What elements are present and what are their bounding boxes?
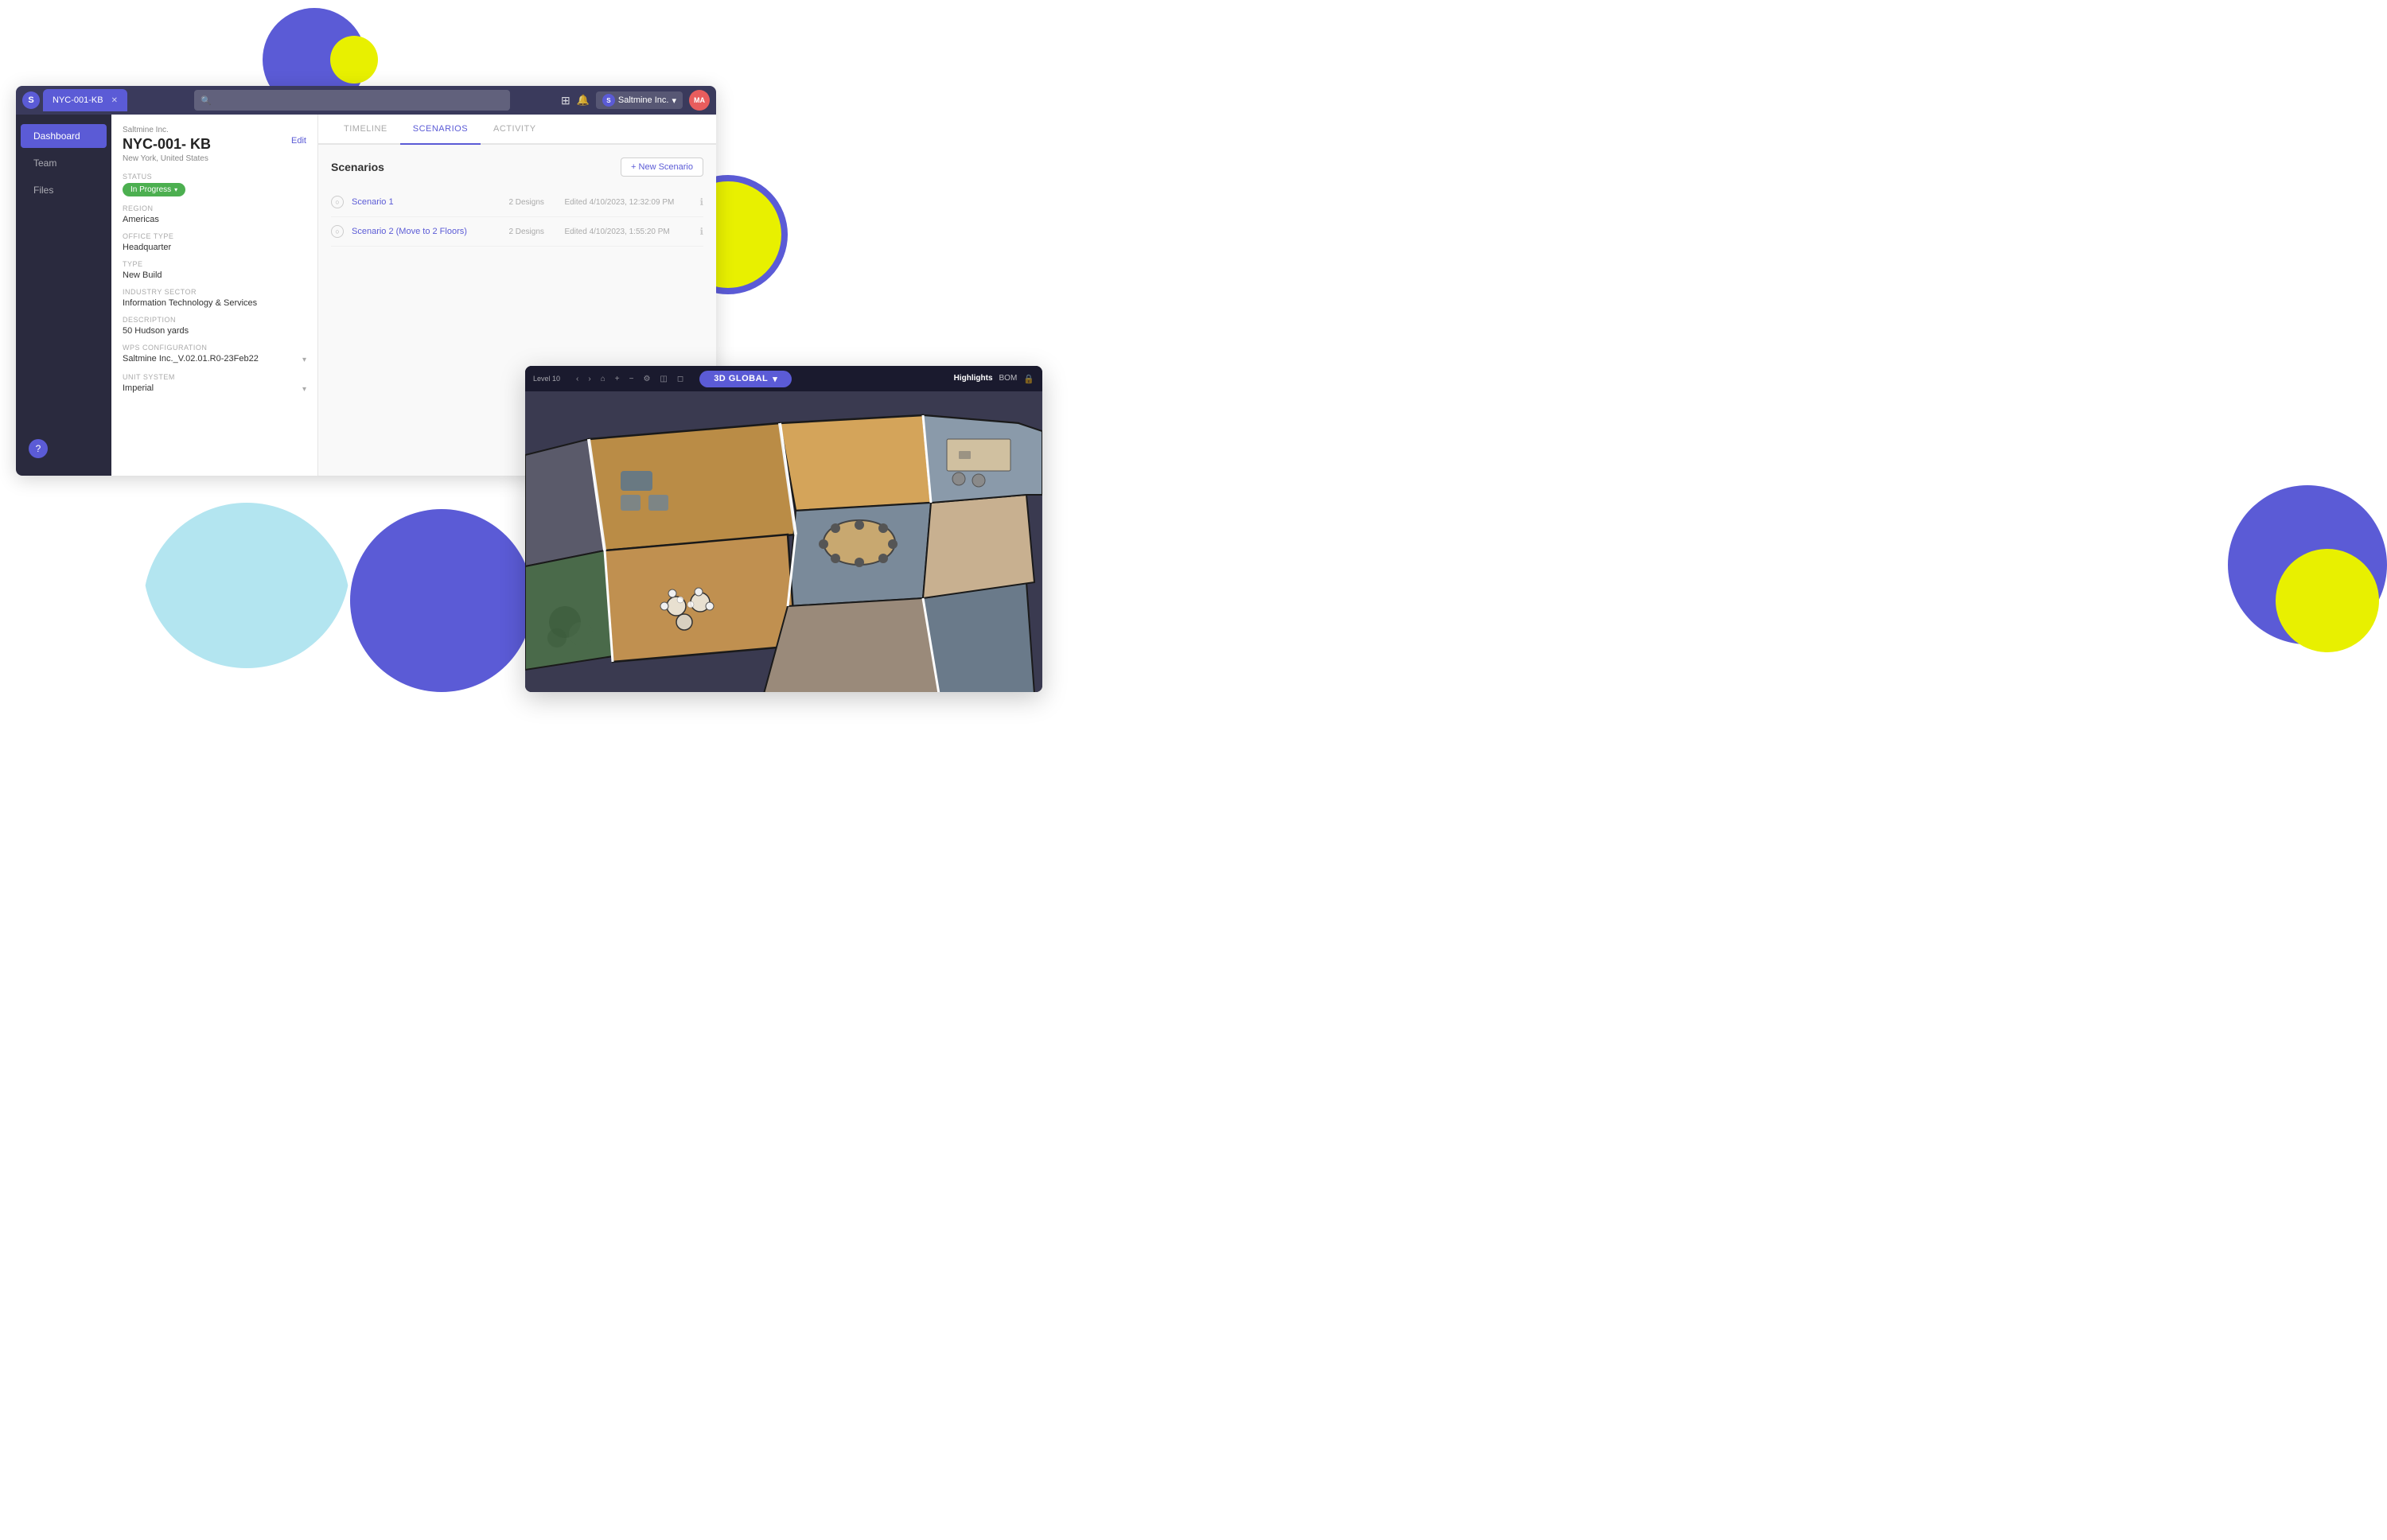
tab-scenarios[interactable]: SCENARIOS xyxy=(400,115,481,145)
detail-company: Saltmine Inc. xyxy=(123,126,306,134)
tool-forward[interactable]: › xyxy=(585,373,594,385)
decorative-circle-cyan xyxy=(143,461,350,668)
tool-zoom-in[interactable]: + xyxy=(612,373,623,385)
search-icon: 🔍 xyxy=(201,95,212,106)
new-scenario-button[interactable]: + New Scenario xyxy=(621,158,703,177)
viewer-panel: Level 10 ‹ › ⌂ + − ⚙ ◫ ◻ 3D GLOBAL ▾ Hig… xyxy=(525,366,1042,692)
sidebar: Dashboard Team Files ? xyxy=(16,115,111,476)
status-label: STATUS xyxy=(123,173,306,181)
search-bar[interactable]: 🔍 xyxy=(194,90,510,111)
user-avatar[interactable]: MA xyxy=(689,90,710,111)
floor-visual xyxy=(525,391,1042,692)
company-selector[interactable]: S Saltmine Inc. ▾ xyxy=(596,91,683,109)
scenarios-title: Scenarios xyxy=(331,161,384,173)
detail-location: New York, United States xyxy=(123,154,306,163)
scenario-check-1: ○ xyxy=(331,196,344,208)
sidebar-files-label: Files xyxy=(33,185,53,196)
scenario-info-icon-2[interactable]: ℹ xyxy=(699,226,703,237)
unit-value: Imperial xyxy=(123,383,154,393)
sidebar-team-label: Team xyxy=(33,158,56,169)
tool-home[interactable]: ⌂ xyxy=(598,373,609,385)
sidebar-help: ? xyxy=(16,434,111,466)
app-logo: S xyxy=(22,91,40,109)
help-icon: ? xyxy=(36,443,41,454)
tool-zoom-out[interactable]: − xyxy=(626,373,637,385)
tab-activity[interactable]: ACTIVITY xyxy=(481,115,549,145)
office-type-label: OFFICE TYPE xyxy=(123,232,306,240)
decorative-circle-yellow-right xyxy=(2276,549,2379,652)
status-badge[interactable]: In Progress ▾ xyxy=(123,183,185,196)
scenario-edited-1: Edited 4/10/2023, 12:32:09 PM xyxy=(564,198,691,207)
notification-icon[interactable]: 🔔 xyxy=(577,94,590,107)
tab-bar: S NYC-001-KB ✕ 🔍 ⊞ 🔔 S Saltmine Inc. ▾ M… xyxy=(16,86,716,115)
scenario-edited-2: Edited 4/10/2023, 1:55:20 PM xyxy=(564,228,691,236)
decorative-circle-purple-bottom xyxy=(350,509,533,692)
decorative-circle-yellow-small xyxy=(330,36,378,84)
header-right: ⊞ 🔔 S Saltmine Inc. ▾ MA xyxy=(561,90,710,111)
description-value: 50 Hudson yards xyxy=(123,326,306,336)
wps-row: Saltmine Inc._V.02.01.R0-23Feb22 ▾ xyxy=(123,354,306,365)
scenario-info-icon-1[interactable]: ℹ xyxy=(699,196,703,208)
scenario-row-1: ○ Scenario 1 2 Designs Edited 4/10/2023,… xyxy=(331,188,703,217)
scenario-designs-2: 2 Designs xyxy=(508,228,556,236)
grid-icon[interactable]: ⊞ xyxy=(561,94,570,107)
viewer-tools: ‹ › ⌂ + − ⚙ ◫ ◻ xyxy=(573,373,687,385)
tool-settings[interactable]: ⚙ xyxy=(640,373,653,385)
detail-project-title: NYC-001- KB xyxy=(123,136,211,153)
industry-label: INDUSTRY SECTOR xyxy=(123,288,306,296)
description-label: DESCRIPTION xyxy=(123,316,306,324)
sidebar-dashboard-label: Dashboard xyxy=(33,130,80,142)
tool-3d[interactable]: ◻ xyxy=(674,373,687,385)
status-chevron-icon: ▾ xyxy=(174,186,177,193)
tool-layers[interactable]: ◫ xyxy=(656,373,670,385)
unit-label: UNIT SYSTEM xyxy=(123,373,306,381)
status-value: In Progress xyxy=(130,185,171,194)
sidebar-item-dashboard[interactable]: Dashboard xyxy=(21,124,107,148)
view-mode-button[interactable]: 3D GLOBAL ▾ xyxy=(699,371,792,387)
view-option-highlights[interactable]: Highlights xyxy=(954,374,993,384)
lock-icon[interactable]: 🔒 xyxy=(1023,374,1034,384)
unit-chevron-icon[interactable]: ▾ xyxy=(302,385,306,394)
view-options: Highlights BOM 🔒 xyxy=(954,374,1034,384)
sidebar-item-team[interactable]: Team xyxy=(21,151,107,175)
type-value: New Build xyxy=(123,270,306,280)
level-badge: Level 10 xyxy=(533,375,560,383)
wps-chevron-icon[interactable]: ▾ xyxy=(302,356,306,364)
edit-button[interactable]: Edit xyxy=(291,136,306,146)
detail-panel: Saltmine Inc. NYC-001- KB Edit New York,… xyxy=(111,115,318,476)
scenario-name-2[interactable]: Scenario 2 (Move to 2 Floors) xyxy=(352,227,500,236)
region-value: Americas xyxy=(123,215,306,224)
wps-value: Saltmine Inc._V.02.01.R0-23Feb22 xyxy=(123,354,259,364)
scenarios-header: Scenarios + New Scenario xyxy=(331,158,703,177)
type-label: TYPE xyxy=(123,260,306,268)
tab-close-icon[interactable]: ✕ xyxy=(111,96,118,105)
floor-plan-svg xyxy=(525,391,1042,692)
scenario-row-2: ○ Scenario 2 (Move to 2 Floors) 2 Design… xyxy=(331,217,703,247)
help-button[interactable]: ? xyxy=(29,439,48,458)
sidebar-item-files[interactable]: Files xyxy=(21,178,107,202)
wps-label: WPS CONFIGURATION xyxy=(123,344,306,352)
view-mode-chevron: ▾ xyxy=(773,374,777,384)
view-mode-label: 3D GLOBAL xyxy=(714,374,768,383)
view-option-bom[interactable]: BOM xyxy=(999,374,1018,384)
viewer-toolbar: Level 10 ‹ › ⌂ + − ⚙ ◫ ◻ 3D GLOBAL ▾ Hig… xyxy=(525,366,1042,391)
region-label: REGION xyxy=(123,204,306,212)
company-logo: S xyxy=(602,94,615,107)
unit-row: Imperial ▾ xyxy=(123,383,306,395)
tab-timeline[interactable]: TIMELINE xyxy=(331,115,400,145)
industry-value: Information Technology & Services xyxy=(123,298,306,308)
sub-tabs: TIMELINE SCENARIOS ACTIVITY xyxy=(318,115,716,145)
company-chevron-icon: ▾ xyxy=(672,95,676,106)
tab-label: NYC-001-KB xyxy=(53,95,103,105)
company-name-label: Saltmine Inc. xyxy=(618,95,669,105)
scenario-designs-1: 2 Designs xyxy=(508,198,556,207)
active-tab[interactable]: NYC-001-KB ✕ xyxy=(43,89,127,111)
scenario-check-2: ○ xyxy=(331,225,344,238)
tool-back[interactable]: ‹ xyxy=(573,373,582,385)
office-type-value: Headquarter xyxy=(123,243,306,252)
user-initials: MA xyxy=(694,96,705,104)
scenario-name-1[interactable]: Scenario 1 xyxy=(352,197,500,207)
